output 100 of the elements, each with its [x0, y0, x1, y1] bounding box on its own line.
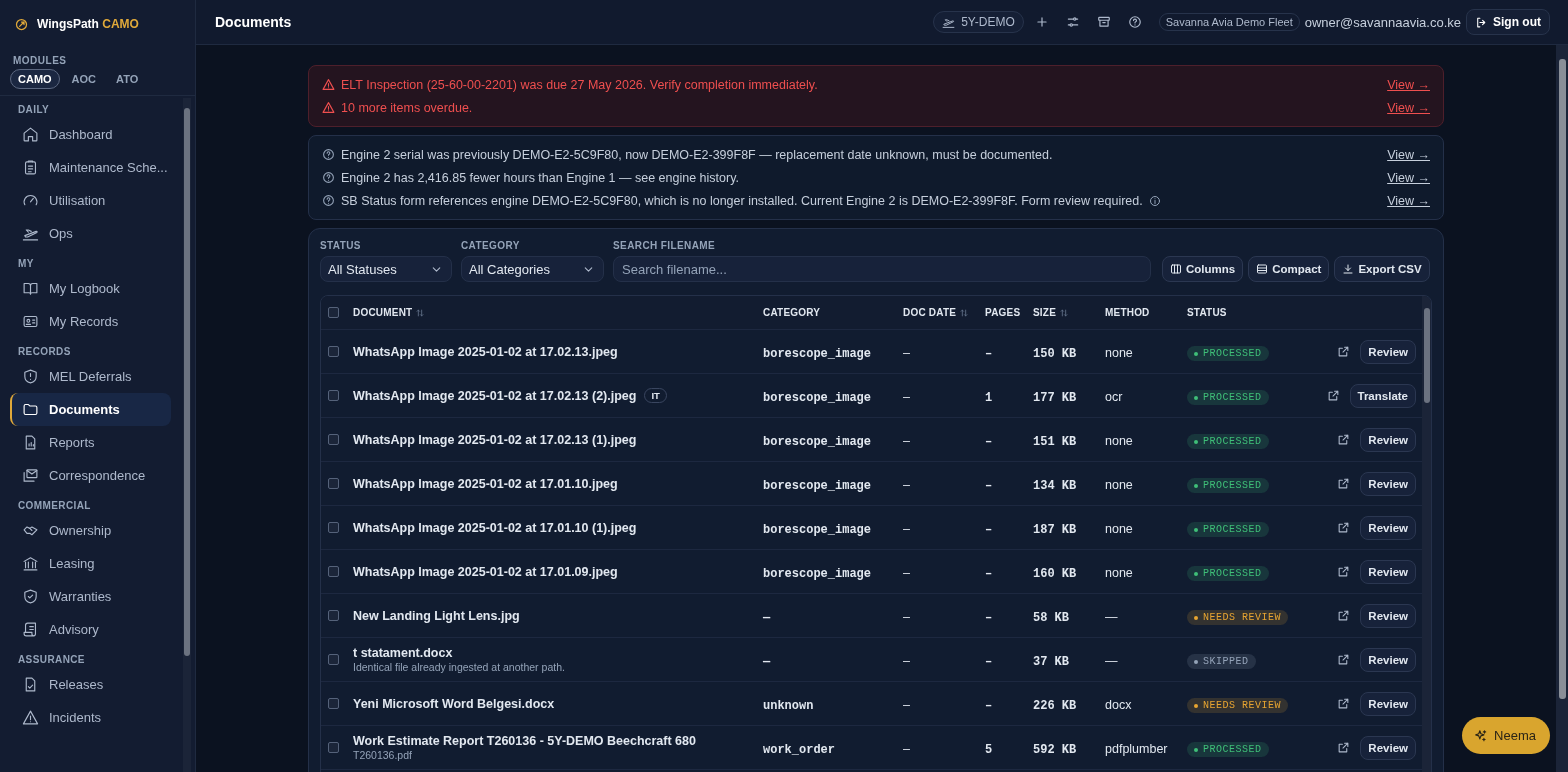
- action-button[interactable]: Translate: [1349, 383, 1416, 408]
- toolbar-button[interactable]: Compact: [1248, 256, 1330, 282]
- search-field[interactable]: Search filename...: [613, 256, 1151, 282]
- toolbar-button[interactable]: Export CSV: [1334, 256, 1430, 282]
- aircraft-selector[interactable]: 5Y-DEMO: [933, 11, 1024, 33]
- pages-cell: –: [985, 610, 993, 625]
- action-button[interactable]: Review: [1360, 735, 1416, 760]
- method-cell: docx: [1105, 697, 1132, 712]
- action-button[interactable]: Review: [1360, 427, 1416, 452]
- sidebar-item[interactable]: Utilisation: [10, 184, 171, 217]
- toolbar-button[interactable]: Columns: [1162, 256, 1244, 282]
- dropdown[interactable]: All Categories: [461, 256, 604, 282]
- column-header: DOCUMENT: [353, 307, 413, 318]
- sidebar-item[interactable]: Maintenance Sche...: [10, 151, 171, 184]
- checkbox[interactable]: [328, 434, 339, 445]
- sidebar-item[interactable]: Warranties: [10, 580, 171, 613]
- sidebar-item[interactable]: Dashboard: [10, 118, 171, 151]
- file-note: T260136.pdf: [353, 749, 413, 761]
- file-name[interactable]: WhatsApp Image 2025-01-02 at 17.01.09.jpeg: [353, 564, 618, 579]
- size-cell: 37 KB: [1033, 654, 1069, 669]
- external-link-icon: [1337, 345, 1351, 358]
- checkbox[interactable]: [328, 610, 339, 621]
- sidebar-item[interactable]: Ops: [10, 217, 171, 250]
- checkbox[interactable]: [328, 346, 339, 357]
- file-name[interactable]: WhatsApp Image 2025-01-02 at 17.02.13.jpeg: [353, 344, 618, 359]
- section-label: MY: [17, 257, 35, 271]
- pages-cell: –: [985, 566, 993, 581]
- checkbox[interactable]: [328, 742, 339, 753]
- warning-icon: [322, 101, 335, 114]
- date-cell: –: [903, 697, 910, 712]
- action-button[interactable]: Review: [1360, 603, 1416, 628]
- external-link-icon: [1337, 697, 1351, 710]
- sidebar-item[interactable]: Documents: [10, 393, 171, 426]
- module-tab[interactable]: AOC: [63, 69, 105, 89]
- sort-icon: [1059, 307, 1070, 318]
- file-name[interactable]: WhatsApp Image 2025-01-02 at 17.02.13 (2).jpeg: [353, 388, 637, 403]
- clipboard-icon: [22, 159, 39, 176]
- view-link[interactable]: View →: [1387, 193, 1430, 208]
- checkbox[interactable]: [328, 698, 339, 709]
- external-link-icon: [1337, 433, 1351, 446]
- status-badge: PROCESSED: [1187, 434, 1269, 450]
- sidebar-item[interactable]: MEL Deferrals: [10, 360, 171, 393]
- view-link[interactable]: View →: [1387, 100, 1430, 115]
- module-tab[interactable]: CAMO: [10, 69, 60, 89]
- view-link[interactable]: View →: [1387, 77, 1430, 92]
- checkbox[interactable]: [328, 390, 339, 401]
- external-link-icon: [1337, 609, 1351, 622]
- action-button[interactable]: Review: [1360, 559, 1416, 584]
- sidebar-item[interactable]: My Records: [10, 305, 171, 338]
- sidebar-item[interactable]: Ownership: [10, 514, 171, 547]
- dropdown[interactable]: All Statuses: [320, 256, 452, 282]
- pages-cell: –: [985, 478, 993, 493]
- page-title: Documents: [215, 14, 293, 30]
- scrollbar[interactable]: [1422, 296, 1431, 772]
- category-cell: borescope_image: [763, 346, 872, 361]
- action-button[interactable]: Review: [1360, 691, 1416, 716]
- sidebar-item[interactable]: Incidents: [10, 701, 171, 734]
- checkbox[interactable]: [328, 654, 339, 665]
- file-name[interactable]: New Landing Light Lens.jpg: [353, 608, 520, 623]
- method-cell: none: [1105, 565, 1133, 580]
- checkbox[interactable]: [328, 478, 339, 489]
- action-button[interactable]: Review: [1360, 515, 1416, 540]
- sidebar-item[interactable]: Leasing: [10, 547, 171, 580]
- pages-cell: –: [985, 346, 993, 361]
- action-button[interactable]: Review: [1360, 339, 1416, 364]
- module-tab[interactable]: ATO: [108, 69, 147, 89]
- section-label: RECORDS: [17, 345, 72, 359]
- sliders-icon: [1065, 15, 1080, 29]
- sidebar-item[interactable]: Correspondence: [10, 459, 171, 492]
- file-name[interactable]: t statament.docx: [353, 646, 453, 660]
- scrollbar[interactable]: [1558, 59, 1566, 699]
- sidebar-item[interactable]: Advisory: [10, 613, 171, 646]
- checkbox[interactable]: [328, 522, 339, 533]
- notice-text: Engine 2 has 2,416.85 fewer hours than Engine 1 — see engine history.: [341, 170, 739, 185]
- assistant-button[interactable]: Neema: [1462, 717, 1550, 754]
- sidebar-item[interactable]: Releases: [10, 668, 171, 701]
- file-name[interactable]: Work Estimate Report T260136 - 5Y-DEMO Beechcraft 680: [353, 734, 696, 748]
- file-name[interactable]: WhatsApp Image 2025-01-02 at 17.01.10.jpeg: [353, 476, 618, 491]
- file-name[interactable]: Yeni Microsoft Word Belgesi.docx: [353, 696, 555, 711]
- view-link[interactable]: View →: [1387, 170, 1430, 185]
- filter-label: STATUS: [320, 240, 362, 251]
- status-badge: NEEDS REVIEW: [1187, 610, 1288, 626]
- method-cell: —: [1105, 653, 1118, 668]
- file-name[interactable]: WhatsApp Image 2025-01-02 at 17.01.10 (1).jpeg: [353, 520, 637, 535]
- filter-label: CATEGORY: [461, 240, 521, 251]
- checkbox[interactable]: [328, 307, 339, 318]
- checkbox[interactable]: [328, 566, 339, 577]
- action-button[interactable]: Review: [1360, 647, 1416, 672]
- sidebar-item[interactable]: My Logbook: [10, 272, 171, 305]
- method-cell: pdfplumber: [1105, 741, 1168, 756]
- size-cell: 177 KB: [1033, 390, 1077, 405]
- section-label: MODULES: [13, 55, 68, 66]
- sign-out-button[interactable]: Sign out: [1466, 9, 1550, 35]
- file-name[interactable]: WhatsApp Image 2025-01-02 at 17.02.13 (1).jpeg: [353, 432, 637, 447]
- scrollbar[interactable]: [183, 98, 191, 772]
- action-button[interactable]: Review: [1360, 471, 1416, 496]
- sidebar-item[interactable]: Reports: [10, 426, 171, 459]
- status-badge: PROCESSED: [1187, 346, 1269, 362]
- warning-icon: [322, 78, 335, 91]
- view-link[interactable]: View →: [1387, 147, 1430, 162]
